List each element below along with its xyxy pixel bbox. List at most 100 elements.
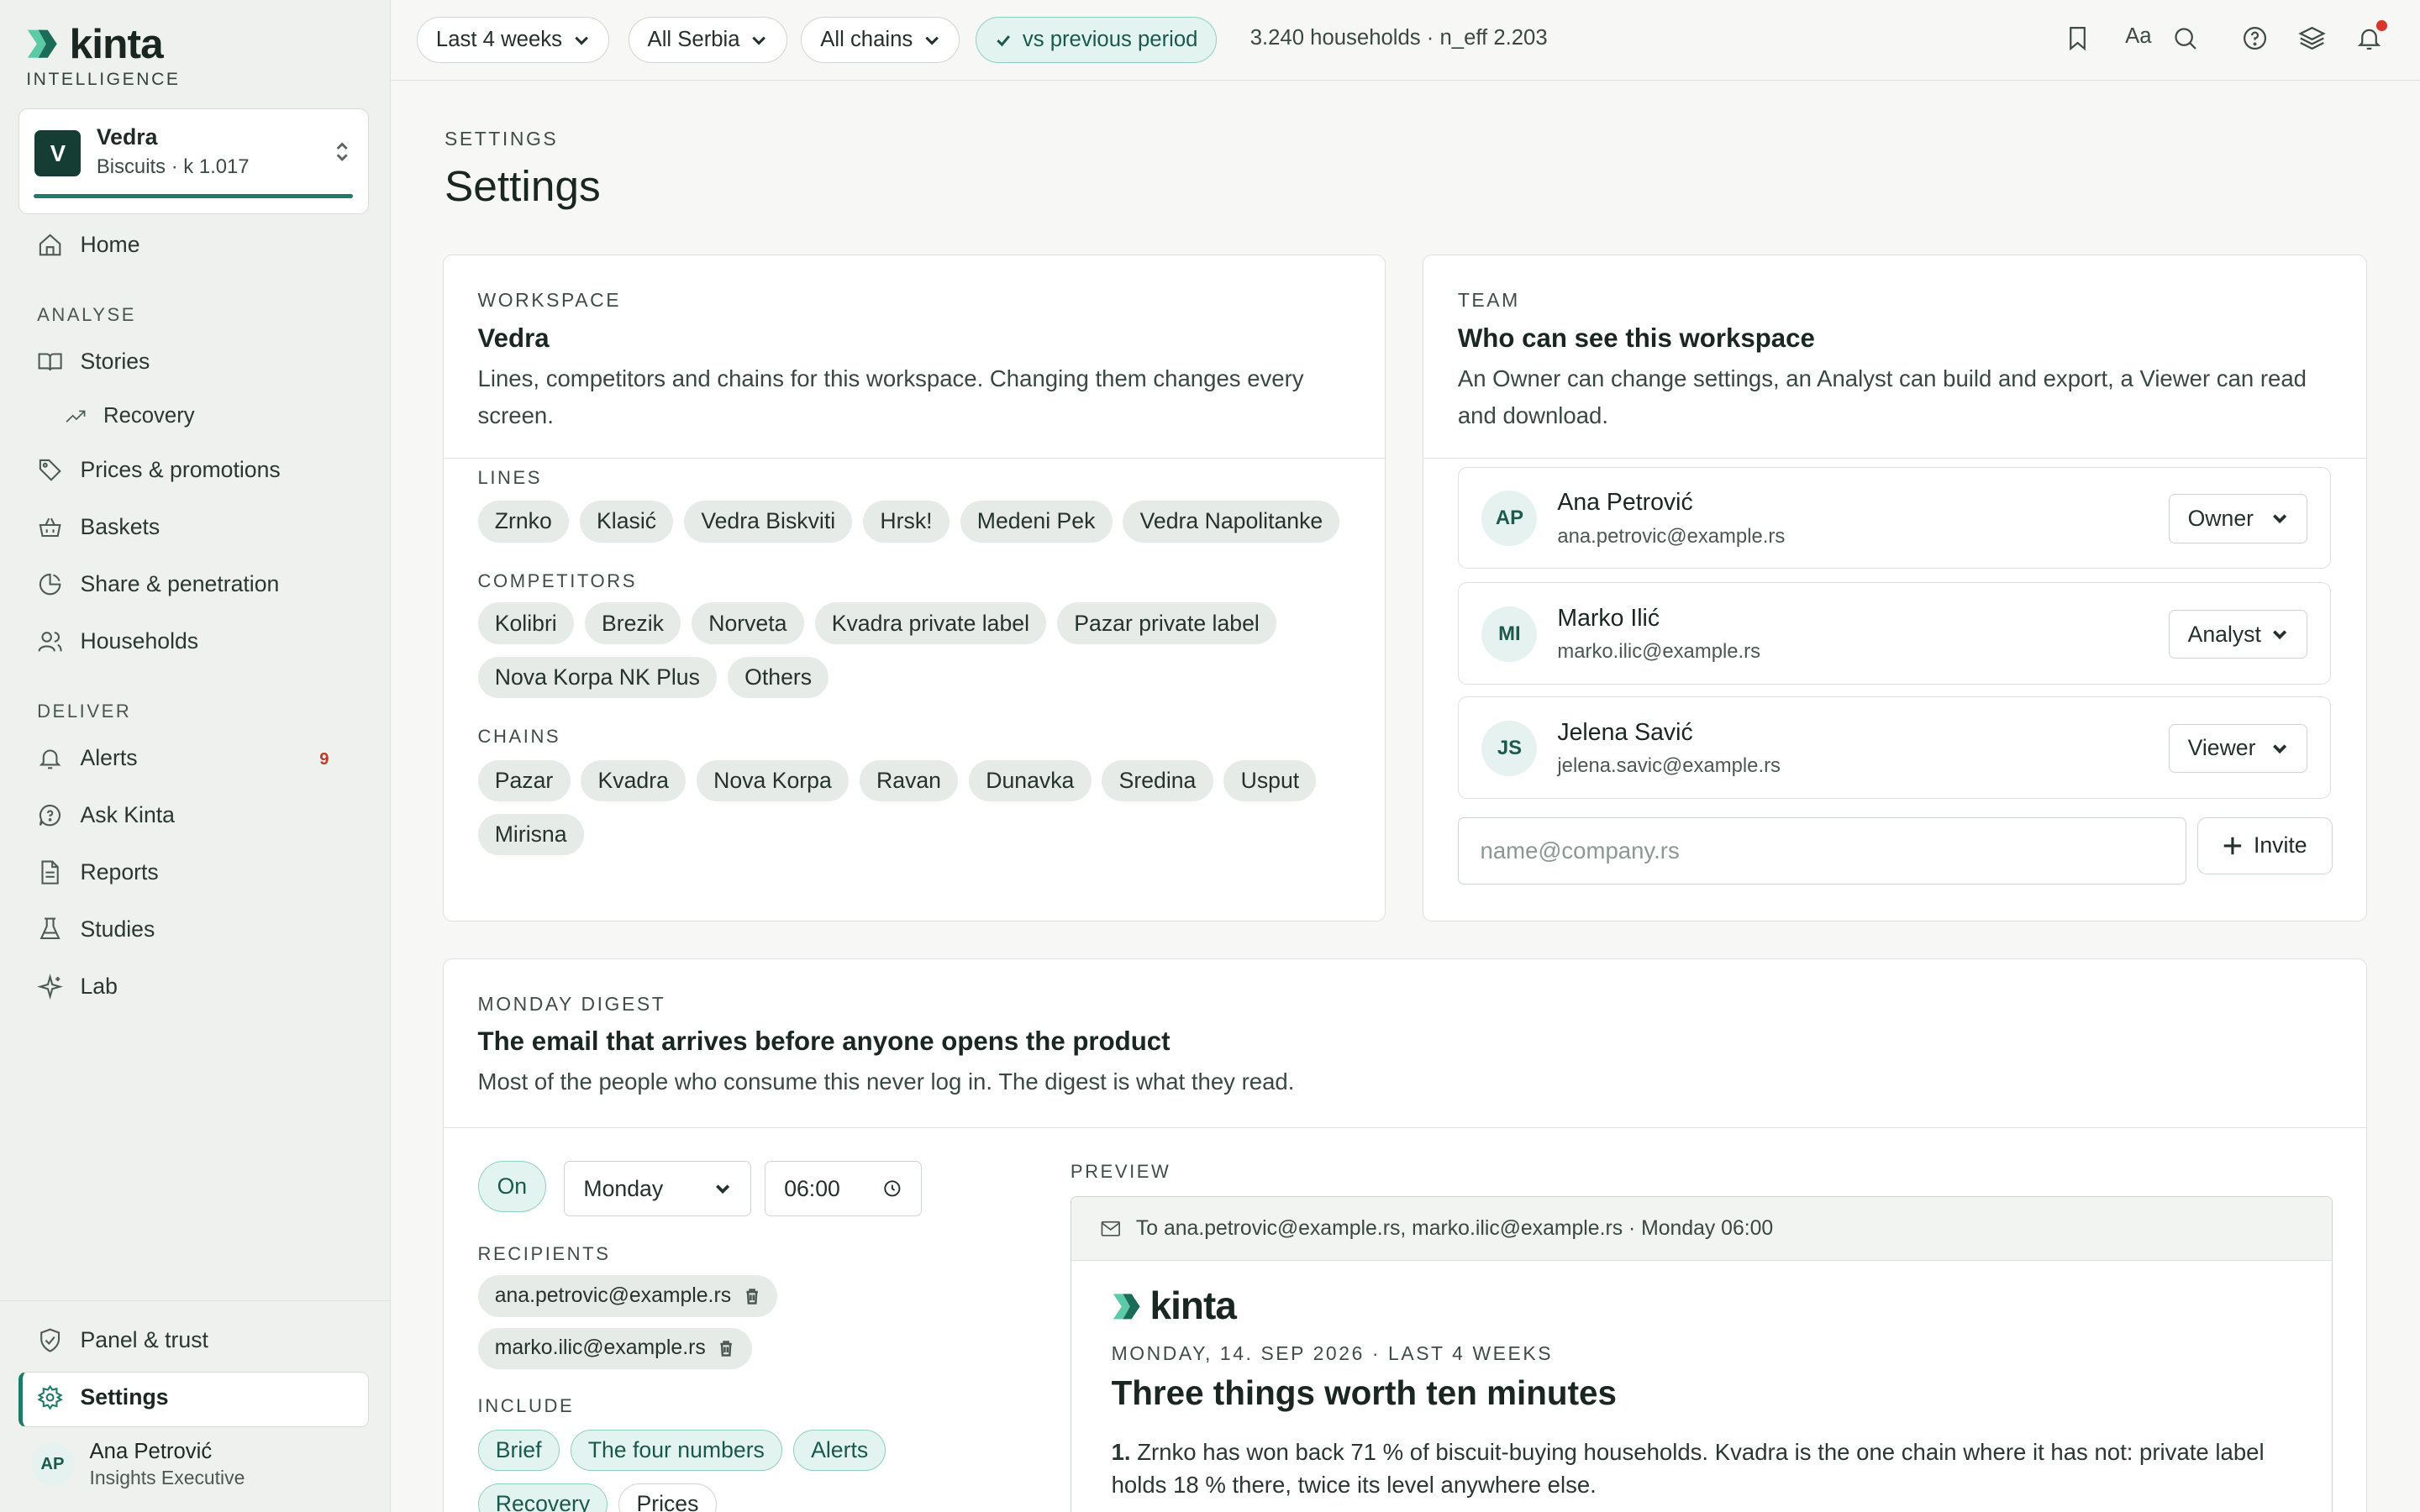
team-description: An Owner can change settings, an Analyst… (1457, 365, 2307, 429)
region-filter[interactable]: All Serbia (628, 17, 787, 64)
chain-chip[interactable]: Sredina (1102, 759, 1213, 802)
sidebar: kinta INTELLIGENCE V Vedra Biscuits · k … (0, 0, 391, 1512)
nav-section-deliver: DELIVER (37, 700, 132, 722)
users-icon (38, 631, 62, 652)
competitor-chip[interactable]: Nova Korpa NK Plus (477, 656, 718, 699)
sidebar-item-label: Baskets (80, 513, 160, 539)
team-title: Who can see this workspace (1457, 323, 1815, 353)
role-select[interactable]: Owner (2168, 493, 2307, 543)
help-icon[interactable] (2241, 24, 2269, 52)
page-title: Settings (444, 161, 601, 211)
include-chip-prices[interactable]: Prices (618, 1483, 717, 1512)
user-profile[interactable]: AP Ana Petrović Insights Executive (30, 1439, 245, 1490)
compare-toggle[interactable]: vs previous period (975, 17, 1218, 64)
notification-dot (2376, 19, 2388, 31)
sidebar-item-alerts[interactable]: Alerts (37, 745, 138, 771)
digest-day-select[interactable]: Monday (564, 1161, 751, 1217)
region-filter-label: All Serbia (647, 28, 740, 52)
layers-icon[interactable] (2298, 24, 2326, 52)
sidebar-item-lab[interactable]: Lab (37, 974, 118, 1000)
sidebar-item-label: Alerts (80, 745, 138, 771)
trash-icon[interactable] (744, 1288, 760, 1305)
sidebar-item-settings[interactable]: Settings (37, 1384, 169, 1410)
chain-chip[interactable]: Usput (1223, 759, 1317, 802)
sidebar-item-households[interactable]: Households (37, 628, 198, 654)
digest-title: The email that arrives before anyone ope… (477, 1026, 1171, 1057)
member-email: marko.ilic@example.rs (1557, 640, 1761, 664)
sidebar-item-share[interactable]: Share & penetration (37, 571, 279, 597)
sidebar-item-reports[interactable]: Reports (37, 859, 159, 885)
chain-chip[interactable]: Nova Korpa (696, 759, 849, 802)
include-chip-recovery[interactable]: Recovery (477, 1483, 608, 1512)
preview-headline: Three things worth ten minutes (1111, 1373, 1617, 1412)
include-chip-four-numbers[interactable]: The four numbers (570, 1429, 783, 1472)
kinta-logo-icon (1113, 1293, 1140, 1319)
chain-chip[interactable]: Ravan (859, 759, 959, 802)
chain-chip[interactable]: Dunavka (969, 759, 1092, 802)
trash-icon[interactable] (718, 1340, 734, 1357)
invite-button-label: Invite (2253, 832, 2307, 858)
sidebar-divider (0, 1300, 390, 1301)
period-filter-label: Last 4 weeks (435, 28, 562, 52)
chains-filter[interactable]: All chains (801, 17, 960, 64)
line-chip[interactable]: Hrsk! (863, 501, 950, 543)
invite-email-input[interactable]: name@company.rs (1457, 816, 2186, 885)
competitor-chip[interactable]: Kvadra private label (814, 602, 1047, 644)
sidebar-item-panel[interactable]: Panel & trust (37, 1327, 208, 1353)
email-preview: To ana.petrovic@example.rs, marko.ilic@e… (1070, 1196, 2333, 1512)
role-select-value: Owner (2187, 505, 2254, 531)
line-chip[interactable]: Vedra Napolitanke (1123, 501, 1340, 543)
digest-on-toggle[interactable]: On (477, 1161, 547, 1212)
chevron-down-icon (2272, 514, 2286, 524)
workspace-switcher[interactable]: V Vedra Biscuits · k 1.017 (18, 108, 369, 215)
sidebar-item-ask[interactable]: Ask Kinta (37, 802, 175, 828)
recipient-chip: ana.petrovic@example.rs (477, 1275, 778, 1317)
chevron-down-icon (716, 1184, 730, 1194)
role-select[interactable]: Viewer (2168, 723, 2307, 774)
notifications-bell-icon[interactable] (2355, 19, 2388, 52)
chain-chip[interactable]: Pazar (477, 759, 571, 802)
include-chip-brief[interactable]: Brief (477, 1429, 560, 1472)
line-chip[interactable]: Klasić (579, 501, 674, 543)
sidebar-item-label: Prices & promotions (80, 456, 281, 482)
competitor-chip[interactable]: Others (727, 656, 829, 699)
sidebar-item-stories[interactable]: Stories (37, 349, 150, 375)
workspace-meta: Biscuits · k 1.017 (96, 155, 250, 178)
sidebar-item-label: Home (80, 231, 140, 257)
shield-check-icon (40, 1328, 60, 1352)
sidebar-item-prices[interactable]: Prices & promotions (37, 457, 281, 483)
sidebar-item-studies[interactable]: Studies (37, 916, 155, 942)
competitor-chip[interactable]: Pazar private label (1057, 602, 1276, 644)
book-icon (38, 353, 62, 371)
chain-chip[interactable]: Mirisna (477, 813, 584, 856)
line-chip[interactable]: Zrnko (477, 501, 569, 543)
font-size-toggle[interactable]: Aa (2125, 24, 2151, 49)
competitor-chip[interactable]: Kolibri (477, 602, 574, 644)
brand-name: kinta (69, 19, 164, 67)
team-member-row: JS Jelena Savić jelena.savic@example.rs … (1457, 696, 2332, 799)
clock-icon (884, 1180, 901, 1197)
invite-button[interactable]: Invite (2196, 816, 2333, 874)
digest-kicker: MONDAY DIGEST (477, 992, 666, 1015)
sidebar-item-label: Studies (80, 916, 155, 942)
role-select[interactable]: Analyst (2168, 609, 2307, 659)
sidebar-item-recovery[interactable]: Recovery (65, 404, 195, 428)
sidebar-item-baskets[interactable]: Baskets (37, 514, 160, 540)
bookmark-icon[interactable] (2064, 24, 2091, 52)
line-chip[interactable]: Vedra Biskviti (684, 501, 853, 543)
competitor-chip[interactable]: Brezik (584, 602, 681, 644)
competitor-chip[interactable]: Norveta (692, 602, 804, 644)
sidebar-item-home[interactable]: Home (37, 231, 140, 258)
period-filter[interactable]: Last 4 weeks (416, 17, 610, 64)
avatar: AP (1481, 491, 1538, 547)
line-chip[interactable]: Medeni Pek (960, 501, 1113, 543)
digest-time-input[interactable]: 06:00 (765, 1161, 923, 1217)
search-icon[interactable] (2171, 24, 2199, 52)
chain-chip[interactable]: Kvadra (581, 759, 687, 802)
workspace-avatar: V (34, 130, 82, 177)
preview-item-text: Zrnko has won back 71 % of biscuit-buyin… (1111, 1439, 2265, 1498)
flask-icon (39, 917, 60, 940)
brand-logo[interactable]: kinta INTELLIGENCE (26, 19, 180, 90)
user-name: Ana Petrović (89, 1439, 213, 1463)
include-chip-alerts[interactable]: Alerts (792, 1429, 886, 1472)
